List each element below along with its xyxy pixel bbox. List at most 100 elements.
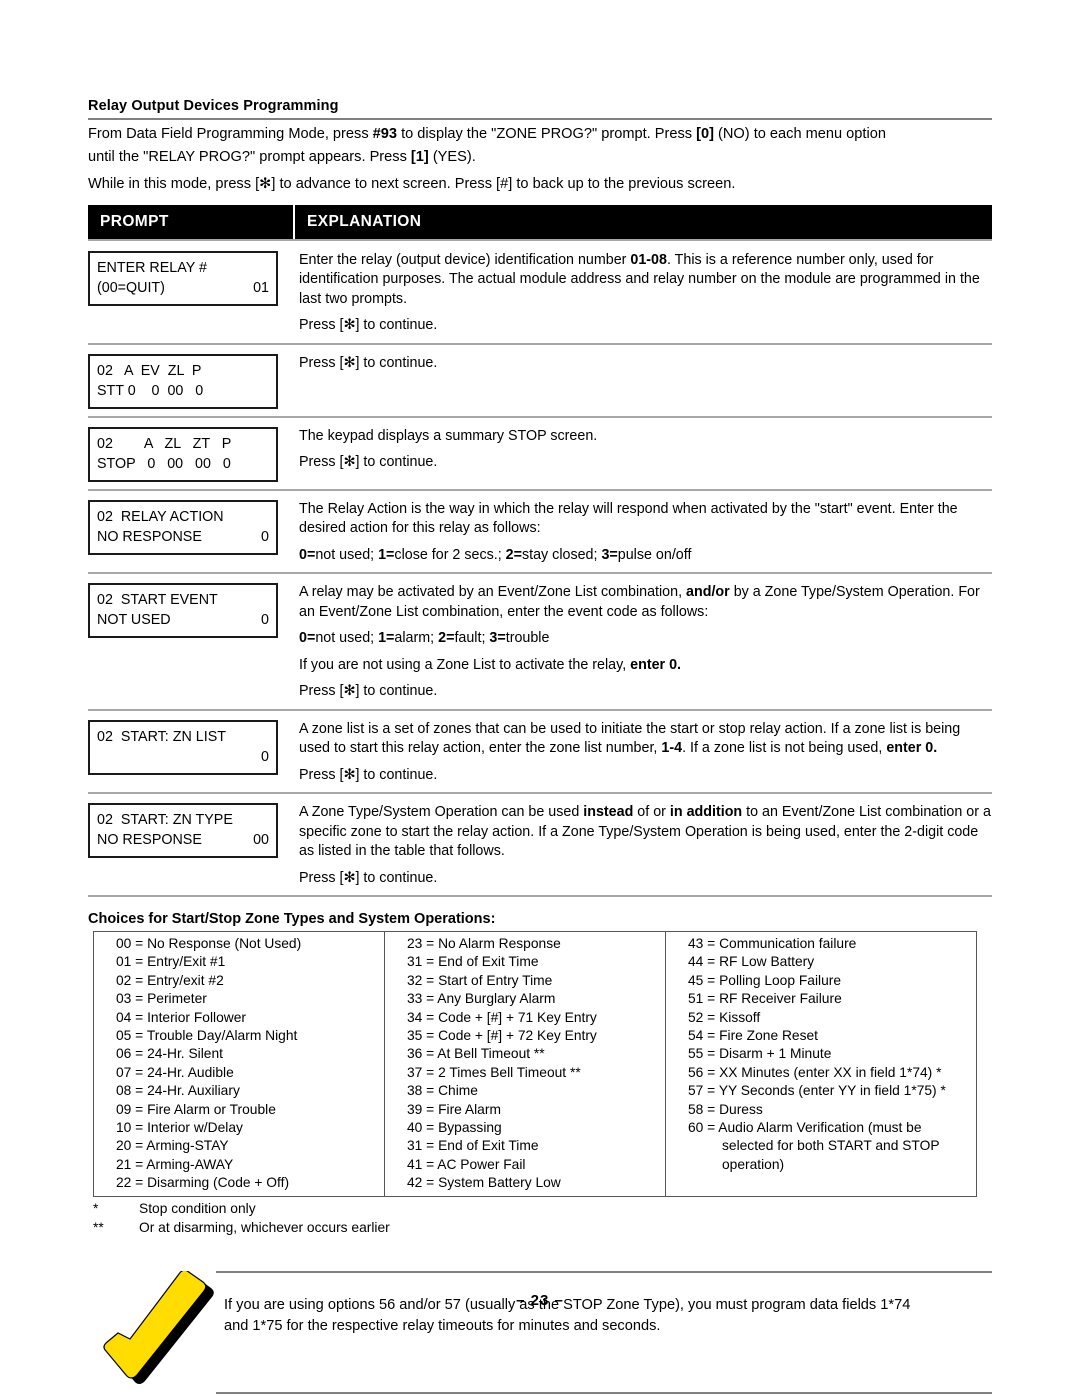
footnotes: * Stop condition only ** Or at disarming, w… — [93, 1199, 992, 1237]
zone-type-entry: 39 = Fire Alarm — [407, 1101, 501, 1117]
prompt-row: 02 RELAY ACTION NO RESPONSE 0 The Relay Act… — [88, 491, 992, 574]
keypad-line-1: ENTER RELAY # — [97, 258, 269, 278]
keypad-display: 02 START: ZN TYPE NO RESPONSE 00 — [88, 803, 278, 858]
keypad-display: 02 A EV ZL P STT 0 0 00 0 — [88, 353, 278, 409]
document-page: Relay Output Devices Programming From Da… — [88, 0, 992, 1397]
note-text: If you are using options 56 and/or 57 (u… — [216, 1270, 992, 1394]
keypad-line-1-left: 02 A EV ZL P — [97, 362, 202, 379]
table-header-bar: PROMPT EXPLANATION — [88, 204, 992, 239]
keypad-line-2-left — [97, 747, 261, 767]
zone-type-entry: 60 = Audio Alarm Verification (must be — [688, 1120, 922, 1136]
keypad-line-1-left: 02 RELAY ACTION — [97, 508, 224, 525]
zone-type-entry: 32 = Start of Entry Time — [407, 972, 553, 988]
keypad-line-2-left: NO RESPONSE — [97, 832, 202, 848]
column-header-explanation: EXPLANATION — [307, 212, 422, 230]
keypad-line-1: 02 RELAY ACTION — [97, 507, 269, 527]
zone-type-entry: 04 = Interior Follower — [116, 1009, 246, 1025]
explanation-paragraph: A Zone Type/System Operation can be used… — [299, 804, 991, 859]
zone-type-entry: 40 = Bypassing — [407, 1120, 502, 1136]
zone-type-entry: 34 = Code + [#] + 71 Key Entry — [407, 1009, 597, 1025]
zone-types-table: 00 = No Response (Not Used) 01 = Entry/Ex… — [93, 931, 977, 1197]
explanation-paragraph: A relay may be activated by an Event/Zon… — [299, 584, 980, 620]
zone-type-entry: 44 = RF Low Battery — [688, 954, 815, 970]
prompt-row: 02 A ZL ZT P STOP 0 00 00 0 The keypad dis… — [88, 418, 992, 491]
zone-type-entry: 02 = Entry/exit #2 — [116, 972, 224, 988]
prompt-cell: 02 START: ZN TYPE NO RESPONSE 00 — [88, 803, 293, 858]
footnote-marker: * — [93, 1200, 99, 1216]
keypad-line-1: 02 START EVENT — [97, 590, 269, 610]
zone-type-entry: 38 = Chime — [407, 1083, 478, 1099]
explanation-paragraph: 0=not used; 1=alarm; 2=fault; 3=trouble — [299, 630, 550, 646]
prompt-cell: 02 START EVENT NOT USED 0 — [88, 583, 293, 638]
prompt-cell: ENTER RELAY # (00=QUIT) 01 — [88, 250, 293, 306]
keypad-display: 02 A ZL ZT P STOP 0 00 00 0 — [88, 426, 278, 482]
prompt-cell: 02 RELAY ACTION NO RESPONSE 0 — [88, 499, 293, 555]
zone-type-entry: 37 = 2 Times Bell Timeout ** — [407, 1064, 581, 1080]
explanation-cell: A Zone Type/System Operation can be used… — [293, 803, 992, 888]
explanation-cell: The Relay Action is the way in which the… — [293, 500, 992, 566]
keypad-line-1: 02 START: ZN TYPE — [97, 810, 269, 830]
page-number: – 23 – — [516, 1292, 564, 1309]
zone-type-entry: 42 = System Battery Low — [407, 1175, 561, 1191]
keypad-line-2: (00=QUIT) 01 — [97, 278, 269, 298]
zone-type-entry: 20 = Arming-STAY — [116, 1138, 229, 1154]
prompt-row: 02 START: ZN LIST 0 A zone list is a set o… — [88, 711, 992, 794]
prompt-row: 02 A EV ZL P STT 0 0 00 0 Press [✻] to con… — [88, 345, 992, 418]
zone-type-entry: 03 = Perimeter — [116, 991, 207, 1007]
keypad-line-1: 02 START: ZN LIST — [97, 727, 269, 747]
zone-type-entry: 01 = Entry/Exit #1 — [116, 954, 226, 970]
keypad-line-2-right: 0 — [261, 528, 269, 545]
keypad-line-1: 02 A ZL ZT P — [97, 434, 269, 454]
explanation-paragraph: Press [✻] to continue. — [299, 869, 438, 886]
explanation-paragraph: A zone list is a set of zones that can b… — [299, 720, 961, 757]
zone-type-entry: 41 = AC Power Fail — [407, 1156, 526, 1172]
explanation-cell: A zone list is a set of zones that can b… — [293, 720, 992, 786]
note-block: If you are using options 56 and/or 57 (u… — [88, 1269, 992, 1394]
zone-type-entry: 35 = Code + [#] + 72 Key Entry — [407, 1028, 597, 1044]
explanation-paragraph: The Relay Action is the way in which the… — [299, 500, 958, 537]
keypad-line-2-left: (00=QUIT) — [97, 279, 165, 296]
prompt-cell: 02 A EV ZL P STT 0 0 00 0 — [88, 353, 293, 409]
keypad-line-2-left: NO RESPONSE — [97, 528, 202, 545]
zone-types-column-2: 23 = No Alarm Response 31 = End of Exit T… — [384, 931, 666, 1197]
prompt-row: 02 START: ZN TYPE NO RESPONSE 00 A Zone Typ… — [88, 794, 992, 897]
keypad-line-2: STT 0 0 00 0 — [97, 381, 269, 401]
zone-type-entry: 31 = End of Exit Time — [407, 954, 539, 970]
keypad-line-1-left: 02 START: ZN LIST — [97, 728, 226, 745]
zone-types-column-1: 00 = No Response (Not Used) 01 = Entry/Ex… — [93, 931, 385, 1197]
zone-type-entry: 08 = 24-Hr. Auxiliary — [116, 1083, 240, 1099]
keypad-line-2-right: 0 — [261, 748, 269, 765]
keypad-line-2-right: 01 — [253, 279, 269, 296]
explanation-paragraph: If you are not using a Zone List to acti… — [299, 656, 681, 673]
zone-type-entry-continuation: operation) — [722, 1156, 785, 1172]
explanation-paragraph: Press [✻] to continue. — [299, 454, 438, 470]
keypad-line-1-left: 02 START EVENT — [97, 592, 218, 608]
zone-type-entry: 09 = Fire Alarm or Trouble — [116, 1101, 276, 1117]
keypad-display: ENTER RELAY # (00=QUIT) 01 — [88, 250, 278, 306]
footnote-marker: ** — [93, 1219, 104, 1235]
explanation-paragraph: 0=not used; 1=close for 2 secs.; 2=stay … — [299, 546, 692, 563]
zone-type-entry: 58 = Duress — [688, 1101, 763, 1117]
explanation-cell: A relay may be activated by an Event/Zon… — [293, 583, 992, 702]
zone-type-entry: 52 = Kissoff — [688, 1009, 761, 1025]
zone-type-entry: 06 = 24-Hr. Silent — [116, 1046, 223, 1062]
footnote-text: Stop condition only — [139, 1200, 256, 1216]
title-divider — [88, 118, 992, 120]
keypad-line-2: NOT USED 0 — [97, 610, 269, 630]
intro-text: From Data Field Programming Mode, press … — [88, 124, 992, 196]
keypad-display: 02 START EVENT NOT USED 0 — [88, 583, 278, 638]
explanation-cell: Enter the relay (output device) identifi… — [293, 251, 992, 336]
keypad-line-2: NO RESPONSE 00 — [97, 830, 269, 850]
explanation-paragraph: Press [✻] to continue. — [299, 766, 438, 783]
zone-type-entry: 33 = Any Burglary Alarm — [407, 991, 556, 1007]
zone-type-entry: 22 = Disarming (Code + Off) — [116, 1175, 290, 1191]
keypad-line-2: NO RESPONSE 0 — [97, 527, 269, 547]
explanation-paragraph: Press [✻] to continue. — [299, 317, 438, 333]
explanation-paragraph: The keypad displays a summary STOP scree… — [299, 427, 598, 444]
footnote-text: Or at disarming, whichever occurs earlie… — [139, 1219, 390, 1235]
intro-line-2: until the "RELAY PROG?" prompt appears. … — [88, 148, 476, 165]
checkmark-icon — [88, 1269, 216, 1394]
column-header-prompt: PROMPT — [100, 212, 169, 230]
explanation-paragraph: Enter the relay (output device) identifi… — [299, 251, 980, 307]
footnote: ** Or at disarming, whichever occurs earl… — [93, 1218, 992, 1237]
